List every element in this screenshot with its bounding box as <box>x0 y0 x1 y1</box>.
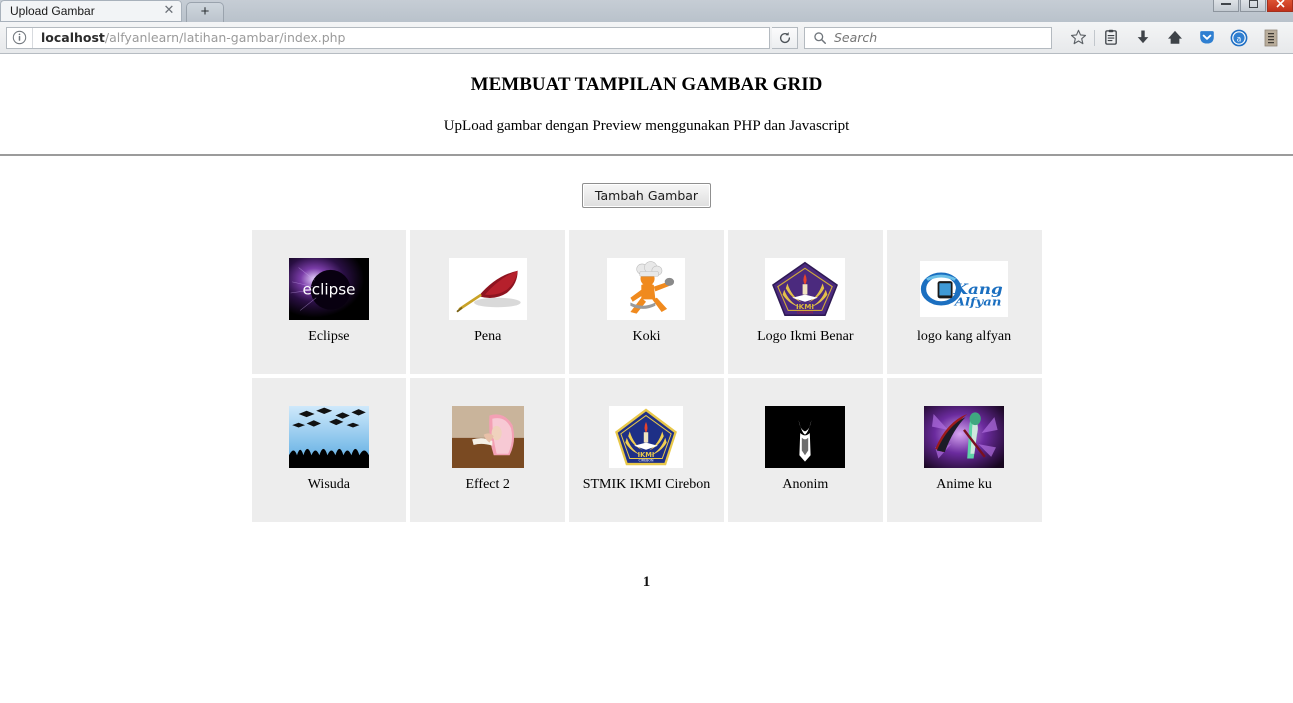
toolbar-icons: a <box>1062 25 1287 51</box>
svg-text:CIREBON: CIREBON <box>797 311 814 315</box>
close-icon <box>1275 0 1285 8</box>
thumbnail-container <box>451 405 524 469</box>
maximize-icon <box>1248 0 1258 8</box>
effect2-thumbnail[interactable] <box>451 406 524 468</box>
svg-text:IKMI: IKMI <box>638 451 655 459</box>
image-card-label: STMIK IKMI Cirebon <box>582 477 711 492</box>
image-card[interactable]: Anime ku <box>886 378 1042 522</box>
image-card-label: Koki <box>632 329 661 344</box>
search-bar[interactable] <box>804 26 1052 49</box>
image-card-label: Logo Ikmi Benar <box>757 329 854 344</box>
logo-ikmi-thumbnail[interactable]: IKMICIREBON <box>765 258 846 320</box>
image-grid: eclipse Eclipse Pena Koki IKMI CIREBON Logo Ik… <box>251 230 1042 522</box>
pocket-shield-icon <box>1200 31 1214 44</box>
adblock-a-icon: a <box>1230 29 1248 46</box>
image-card[interactable]: eclipse Eclipse <box>251 230 407 374</box>
browser-tab-upload-gambar[interactable]: Upload Gambar ✕ <box>0 0 182 22</box>
image-card[interactable]: Wisuda <box>251 378 407 522</box>
thumbnail-container: IKMI CIREBON <box>609 405 684 469</box>
thumbnail-container: Kang Alfyan <box>920 257 1009 321</box>
koki-thumbnail[interactable] <box>607 258 686 320</box>
bookmark-button[interactable] <box>1062 25 1094 51</box>
reader-list-button[interactable] <box>1095 25 1127 51</box>
kang-alfyan-thumbnail[interactable]: KangAlfyan <box>920 261 1009 317</box>
thumbnail-container <box>924 405 1005 469</box>
pagination-page-1[interactable]: 1 <box>643 574 651 590</box>
tab-strip: Upload Gambar ✕ + <box>0 0 1293 22</box>
svg-text:CIREBON: CIREBON <box>639 459 654 463</box>
navigation-toolbar: localhost/alfyanlearn/latihan-gambar/ind… <box>0 22 1293 54</box>
star-icon <box>1070 29 1086 45</box>
image-card[interactable]: IKMI CIREBON Logo Ikmi Benar <box>727 230 883 374</box>
image-card[interactable]: Anonim <box>727 378 883 522</box>
url-bar[interactable]: localhost/alfyanlearn/latihan-gambar/ind… <box>6 26 770 49</box>
reload-icon <box>779 31 790 43</box>
page-content: MEMBUAT TAMPILAN GAMBAR GRID UpLoad gamb… <box>0 54 1293 591</box>
url-host: localhost <box>41 30 105 45</box>
image-card-label: Pena <box>474 329 502 344</box>
adblock-button[interactable]: a <box>1223 25 1255 51</box>
image-card[interactable]: IKMI CIREBON STMIK IKMI Cirebon <box>569 378 724 522</box>
svg-text:IKMI: IKMI <box>796 302 814 311</box>
pagination: 1 <box>0 574 1293 591</box>
home-button[interactable] <box>1159 25 1191 51</box>
browser-chrome: Upload Gambar ✕ + localhost/alfyanlearn/… <box>0 0 1293 54</box>
minimize-button[interactable] <box>1213 0 1239 12</box>
window-controls <box>1213 0 1293 12</box>
image-card[interactable]: Koki <box>569 230 724 374</box>
content-area: eclipse Eclipse Pena Koki IKMI CIREBON Logo Ik… <box>0 230 1293 591</box>
wisuda-thumbnail[interactable] <box>288 406 369 468</box>
thumbnail-container <box>448 257 527 321</box>
page-title: MEMBUAT TAMPILAN GAMBAR GRID <box>470 74 823 95</box>
url-path: /alfyanlearn/latihan-gambar/index.php <box>104 30 346 45</box>
thumbnail-container <box>288 405 369 469</box>
home-icon <box>1168 30 1182 44</box>
svg-text:a: a <box>1237 34 1242 43</box>
eclipse-thumbnail[interactable]: eclipse <box>288 258 369 320</box>
stmik-ikmi-thumbnail[interactable]: IKMICIREBON <box>609 406 684 468</box>
tab-close-icon[interactable]: ✕ <box>162 4 176 18</box>
add-button-container: Tambah Gambar <box>0 156 1293 208</box>
animeku-thumbnail[interactable] <box>924 406 1005 468</box>
image-card[interactable]: Effect 2 <box>410 378 566 522</box>
image-card[interactable]: Pena <box>410 230 566 374</box>
downloads-button[interactable] <box>1127 25 1159 51</box>
pena-thumbnail[interactable] <box>448 258 527 320</box>
image-card-label: Anime ku <box>936 477 992 492</box>
thumbnail-container: eclipse <box>288 257 369 321</box>
image-card-label: Anonim <box>782 477 829 492</box>
search-icon <box>814 31 826 44</box>
hamburger-menu-icon <box>1264 29 1278 46</box>
image-card-label: logo kang alfyan <box>917 329 1012 344</box>
info-icon[interactable] <box>7 27 33 48</box>
add-image-button[interactable]: Tambah Gambar <box>581 183 712 208</box>
thumbnail-container <box>607 257 686 321</box>
url-text: localhost/alfyanlearn/latihan-gambar/ind… <box>33 30 769 45</box>
thumbnail-container <box>765 405 846 469</box>
tab-title: Upload Gambar <box>10 4 95 18</box>
minimize-icon <box>1221 2 1231 5</box>
thumbnail-container: IKMI CIREBON <box>765 257 846 321</box>
pocket-button[interactable] <box>1191 25 1223 51</box>
image-card-label: Wisuda <box>307 477 350 492</box>
menu-button[interactable] <box>1255 25 1287 51</box>
download-arrow-icon <box>1137 30 1149 44</box>
svg-text:Alfyan: Alfyan <box>954 296 1002 309</box>
page-subtitle: UpLoad gambar dengan Preview menggunakan… <box>443 118 850 134</box>
close-window-button[interactable] <box>1267 0 1293 12</box>
image-card[interactable]: Kang Alfyan logo kang alfyan <box>886 230 1042 374</box>
svg-text:eclipse: eclipse <box>302 281 355 299</box>
reader-list-icon <box>1105 29 1117 45</box>
search-input[interactable] <box>834 30 1051 45</box>
new-tab-button[interactable]: + <box>186 2 224 22</box>
maximize-button[interactable] <box>1240 0 1266 12</box>
anonim-thumbnail[interactable] <box>765 406 846 468</box>
image-card-label: Eclipse <box>308 329 350 344</box>
image-card-label: Effect 2 <box>465 477 510 492</box>
reload-button[interactable] <box>772 26 798 49</box>
